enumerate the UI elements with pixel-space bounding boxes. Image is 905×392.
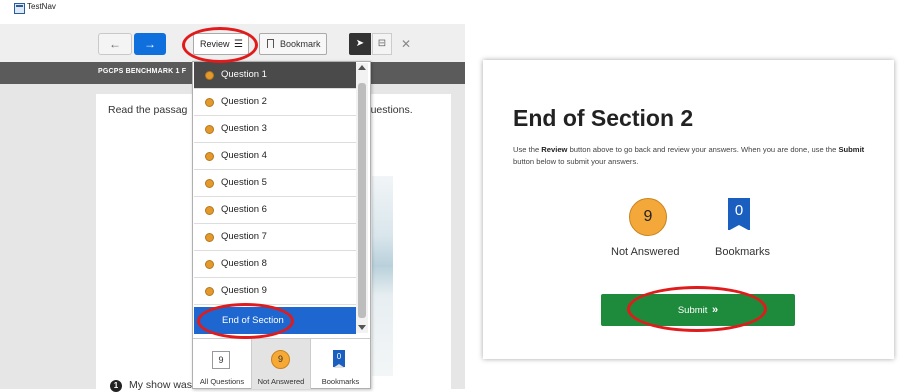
tab-label: All Questions	[199, 377, 245, 386]
not-answered-label: Not Answered	[611, 246, 680, 258]
tab-all-questions[interactable]: 9 All Questions	[193, 339, 251, 389]
next-button[interactable]: →	[134, 33, 166, 55]
review-item-label: Question 7	[221, 231, 267, 242]
instruction-text: Use the	[513, 145, 542, 154]
paragraph-number-badge: 1	[110, 380, 122, 392]
not-answered-dot-icon	[205, 98, 214, 107]
review-item-label: Question 5	[221, 177, 267, 188]
not-answered-dot-icon	[205, 206, 214, 215]
review-item-question-6[interactable]: Question 6	[194, 197, 356, 224]
testnav-logo-icon	[14, 3, 25, 14]
not-answered-dot-icon	[205, 152, 214, 161]
tab-label: Not Answered	[257, 377, 305, 386]
testnav-window: TestNav ← → Review ☰ Bookmark ➤ ⊟ ✕ PGCP…	[0, 0, 465, 392]
instruction-submit-word: Submit	[838, 145, 865, 154]
tab-bookmarks[interactable]: 0 Bookmarks	[311, 339, 370, 389]
review-item-label: Question 9	[221, 285, 267, 296]
benchmark-title: PGCPS BENCHMARK 1 F	[98, 68, 187, 75]
review-item-question-2[interactable]: Question 2	[194, 89, 356, 116]
bookmarks-label: Bookmarks	[715, 246, 771, 258]
back-button[interactable]: ←	[98, 33, 132, 55]
review-item-question-5[interactable]: Question 5	[194, 170, 356, 197]
end-of-section-instructions: Use the Review button above to go back a…	[513, 144, 873, 168]
end-of-section-card: End of Section 2 Use the Review button a…	[483, 60, 894, 359]
not-answered-dot-icon	[205, 260, 214, 269]
answer-masking-button[interactable]: ⊟	[372, 33, 392, 55]
review-item-label: Question 4	[221, 150, 267, 161]
end-of-section-highlight-annotation	[197, 303, 294, 339]
scrollbar-thumb[interactable]	[358, 83, 366, 318]
pointer-tool-button[interactable]: ➤	[349, 33, 371, 55]
tab-label: Bookmarks	[321, 377, 360, 386]
arrow-right-icon: →	[144, 37, 156, 51]
not-answered-count: 9	[271, 350, 290, 369]
bookmark-label: Bookmark	[280, 39, 321, 49]
not-answered-dot-icon	[205, 179, 214, 188]
title-bar: TestNav	[0, 0, 465, 24]
scroll-up-icon[interactable]	[358, 65, 366, 70]
review-item-question-7[interactable]: Question 7	[194, 224, 356, 251]
tab-not-answered[interactable]: 9 Not Answered	[251, 339, 311, 389]
review-menu: Question 1 Question 2 Question 3 Questio…	[192, 61, 371, 389]
all-questions-count: 9	[212, 351, 230, 369]
end-of-section-title: End of Section 2	[513, 105, 694, 131]
bookmark-icon	[267, 39, 274, 48]
paragraph-text: My show was	[129, 379, 193, 391]
pointer-icon: ➤	[355, 38, 365, 49]
close-icon: ✕	[400, 37, 412, 51]
review-item-label: Question 2	[221, 96, 267, 107]
instruction-text: button below to submit your answers.	[513, 157, 639, 166]
review-item-label: Question 6	[221, 204, 267, 215]
close-tool-button[interactable]: ✕	[396, 33, 416, 55]
bookmark-button[interactable]: Bookmark	[259, 33, 327, 55]
review-item-question-8[interactable]: Question 8	[194, 251, 356, 278]
instruction-text: button above to go back and review your …	[567, 145, 839, 154]
arrow-left-icon: ←	[109, 37, 121, 51]
not-answered-dot-icon	[205, 125, 214, 134]
review-item-question-4[interactable]: Question 4	[194, 143, 356, 170]
review-item-label: Question 3	[221, 123, 267, 134]
not-answered-count-badge[interactable]: 9	[629, 198, 667, 236]
passage-instruction-start: Read the passag	[108, 104, 188, 116]
bookmarks-count-badge[interactable]: 0	[728, 198, 750, 231]
review-item-label: Question 1	[221, 69, 267, 80]
review-highlight-annotation	[182, 27, 258, 63]
review-item-question-1[interactable]: Question 1	[194, 62, 356, 89]
submit-highlight-annotation	[627, 286, 767, 332]
review-menu-scrollbar[interactable]	[356, 63, 368, 333]
review-item-question-9[interactable]: Question 9	[194, 278, 356, 305]
app-title: TestNav	[27, 2, 56, 11]
passage-image	[372, 176, 393, 376]
review-item-label: Question 8	[221, 258, 267, 269]
instruction-review-word: Review	[541, 145, 568, 154]
not-answered-dot-icon	[205, 71, 214, 80]
review-item-question-3[interactable]: Question 3	[194, 116, 356, 143]
not-answered-dot-icon	[205, 233, 214, 242]
bookmark-count: 0	[333, 350, 345, 368]
review-filter-tabs: 9 All Questions 9 Not Answered 0 Bookmar…	[193, 338, 370, 389]
scroll-down-icon[interactable]	[358, 325, 366, 330]
mask-icon: ⊟	[377, 38, 387, 49]
not-answered-dot-icon	[205, 287, 214, 296]
